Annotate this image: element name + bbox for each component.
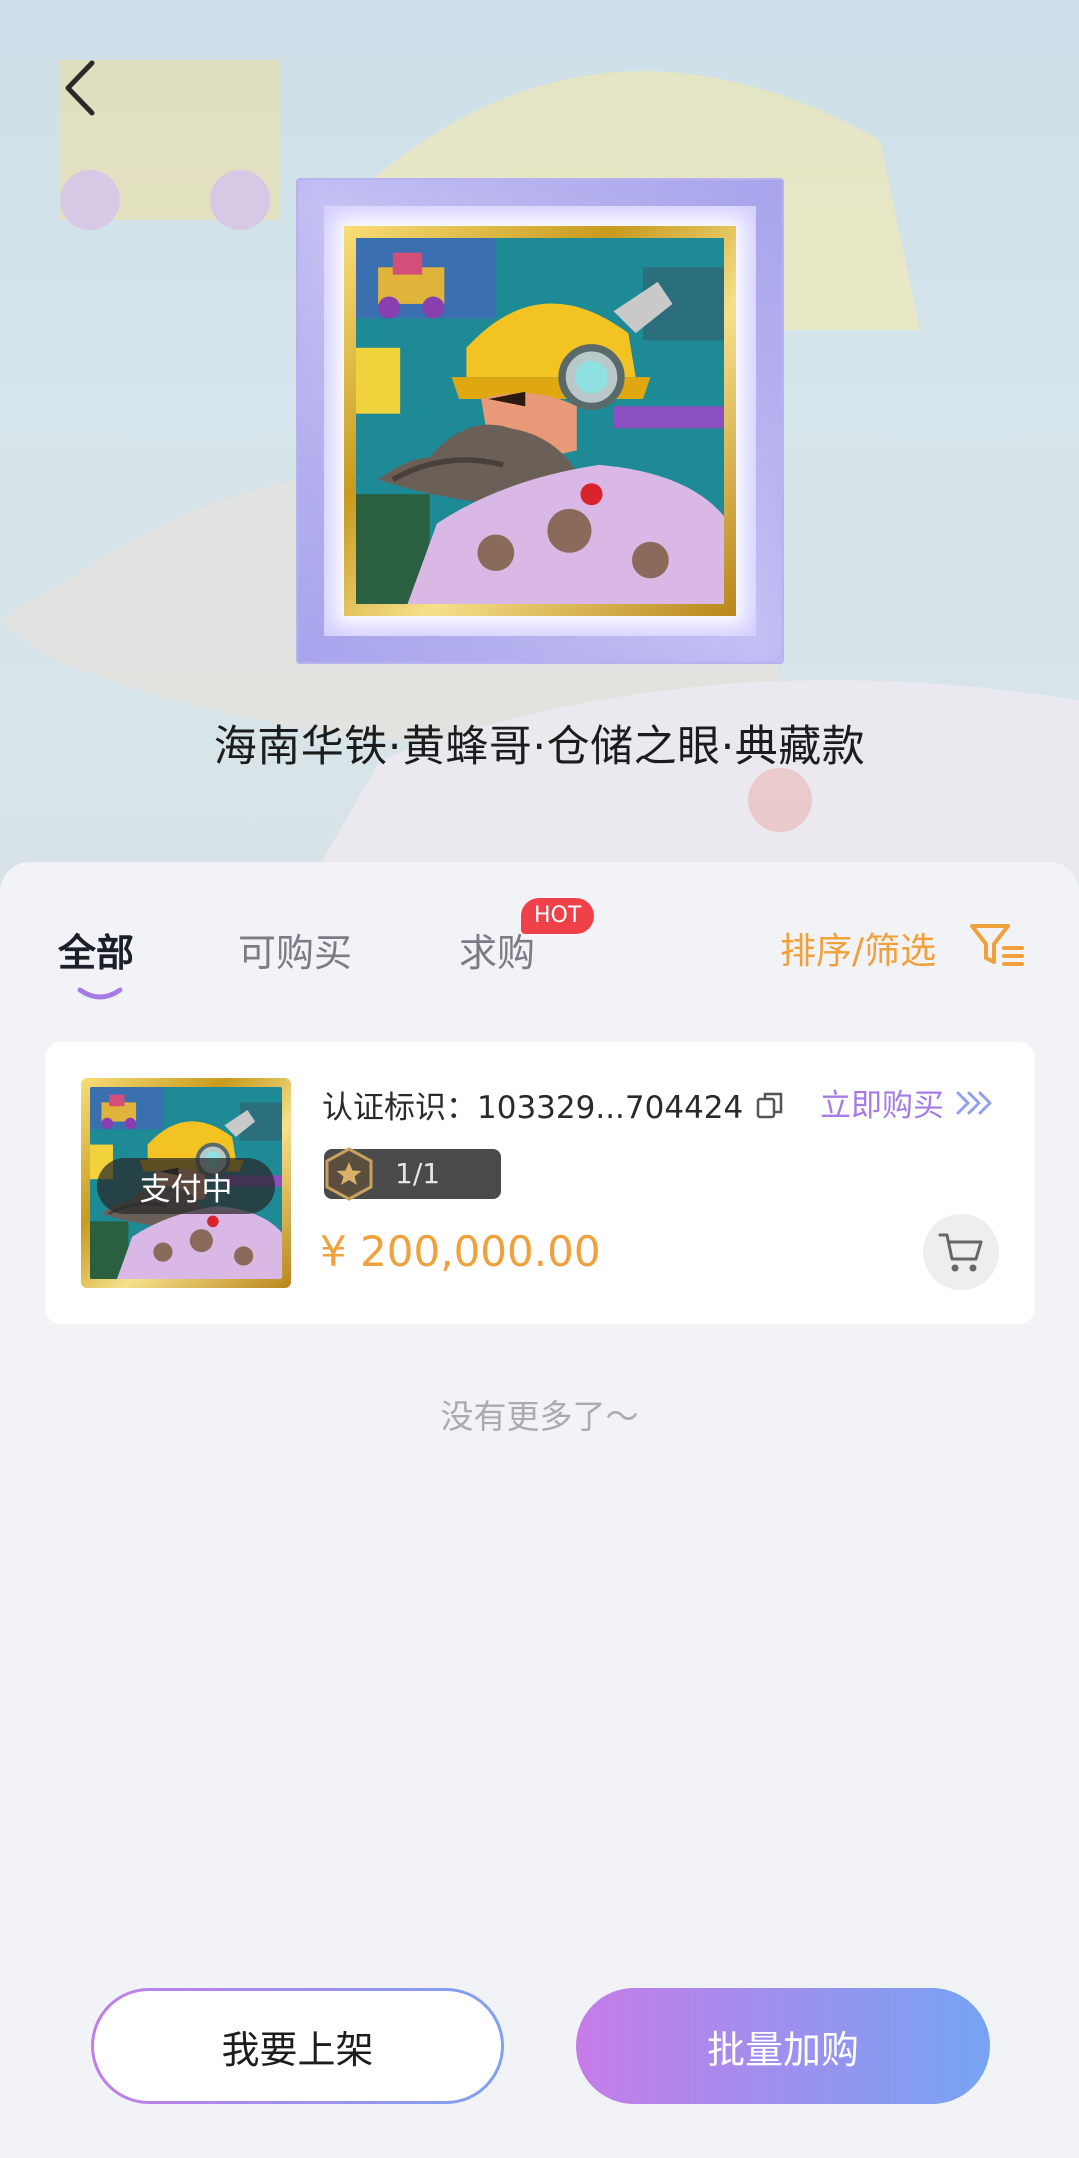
listing-card[interactable]: 支付中 认证标识：103329...704424 立即购买 1/1 ¥ 200,… [45,1042,1035,1324]
triple-chevron-right-icon [956,1091,992,1114]
copy-icon[interactable] [755,1090,785,1120]
cart-icon [938,1233,983,1272]
filter-icon[interactable] [968,920,1026,970]
hot-badge: HOT [521,898,595,934]
listing-panel: 全部 可购买 求购 HOT 排序/筛选 支付中 认证标识：103329...70… [0,862,1079,2158]
add-to-cart-button[interactable] [923,1214,999,1290]
list-for-sale-label: 我要上架 [94,1991,501,2101]
list-end-text: 没有更多了～ [440,1397,639,1436]
batch-add-to-cart-button[interactable]: 批量加购 [576,1988,990,2104]
buy-now-button[interactable]: 立即购买 [820,1080,994,1125]
payment-status-badge: 支付中 [97,1158,275,1214]
listing-thumbnail: 支付中 [81,1078,291,1288]
star-hexagon-icon [325,1147,373,1201]
nft-artwork-frame [344,226,736,616]
tab-all[interactable]: 全部 [58,922,134,977]
certification-text: 认证标识：103329...704424 [322,1090,744,1126]
active-tab-indicator [77,987,123,1000]
nft-artwork[interactable] [356,238,724,604]
nft-frame [296,178,784,664]
list-for-sale-button[interactable]: 我要上架 [91,1988,504,2104]
chevron-left-icon [65,60,95,116]
edition-number: 1/1 [395,1157,441,1190]
sort-filter-button[interactable]: 排序/筛选 [780,922,936,974]
hero-section: 海南华铁·黄蜂哥·仓储之眼·典藏款 [0,0,1079,900]
certification-id: 认证标识：103329...704424 [322,1082,785,1127]
back-button[interactable] [50,58,110,118]
tab-buyable[interactable]: 可购买 [238,922,352,977]
listing-price: ¥ 200,000.00 [320,1227,601,1276]
nft-title: 海南华铁·黄蜂哥·仓储之眼·典藏款 [213,722,866,772]
edition-badge: 1/1 [324,1147,501,1201]
buy-now-label: 立即购买 [820,1088,944,1124]
